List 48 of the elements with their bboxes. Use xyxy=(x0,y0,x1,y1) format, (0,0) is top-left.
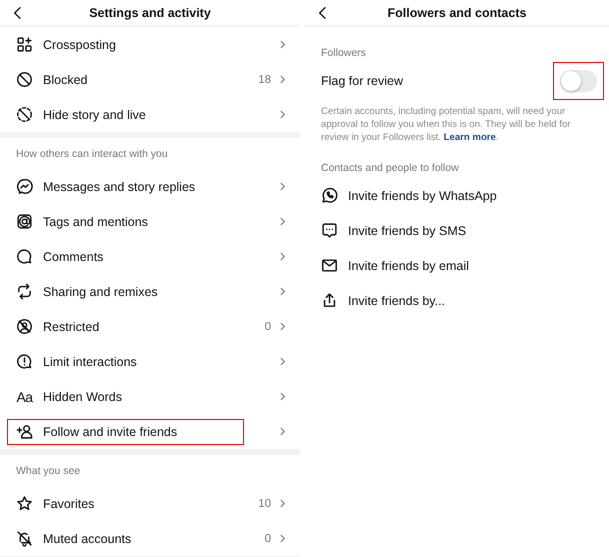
row-count: 10 xyxy=(258,498,271,510)
row-label: Muted accounts xyxy=(43,532,132,546)
screen-title: Followers and contacts xyxy=(388,5,526,22)
section-heading: What you see xyxy=(15,464,82,478)
grid-plus-icon xyxy=(16,36,33,53)
whatsapp-icon xyxy=(321,187,338,204)
add-person-icon xyxy=(16,423,33,440)
mail-icon xyxy=(321,257,338,274)
row-label: Restricted xyxy=(43,320,100,334)
row-label: Limit interactions xyxy=(43,354,137,368)
row-label: Comments xyxy=(43,250,104,264)
row-label: Hidden Words xyxy=(43,390,122,404)
row-label[interactable]: Invite friends by email xyxy=(348,258,469,272)
muted-bell-icon xyxy=(16,530,33,547)
section-heading: Followers xyxy=(320,47,367,59)
row-label: Hide story and live xyxy=(43,108,146,122)
section-heading: How others can interact with you xyxy=(15,146,169,162)
description-text: Certain accounts, including potential spam, will need your approval to follow you when this is on. They will be held for review in your Followers list. Learn more. xyxy=(321,105,572,144)
star-icon xyxy=(16,495,33,512)
row-label: Tags and mentions xyxy=(43,214,148,228)
alert-bubble-icon xyxy=(16,353,33,370)
block-icon xyxy=(16,71,33,88)
comment-icon xyxy=(16,248,33,265)
row-label: Crossposting xyxy=(43,38,116,52)
row-label: Blocked xyxy=(43,72,88,86)
row-label: Favorites xyxy=(43,496,94,510)
row-count: 0 xyxy=(264,532,271,544)
row-label[interactable]: Invite friends by SMS xyxy=(348,224,466,238)
share-icon xyxy=(321,292,338,309)
chat-dots-icon xyxy=(321,222,338,239)
row-count: 18 xyxy=(258,74,271,86)
toggle-switch[interactable] xyxy=(560,70,597,92)
row-label: Messages and story replies xyxy=(43,180,196,194)
row-label: Follow and invite friends xyxy=(43,424,178,438)
learn-more-link[interactable]: Learn more xyxy=(444,132,496,143)
dashed-circle-slash-icon xyxy=(16,106,33,123)
screen-title: Settings and activity xyxy=(89,5,211,22)
section-heading: Contacts and people to follow xyxy=(320,162,460,174)
row-label[interactable]: Invite friends by WhatsApp xyxy=(348,188,497,202)
row-count: 0 xyxy=(264,320,271,332)
messenger-icon xyxy=(16,178,33,195)
restricted-icon xyxy=(16,318,33,335)
row-label: Sharing and remixes xyxy=(43,284,158,298)
repost-icon xyxy=(16,283,33,300)
row-label[interactable]: Invite friends by... xyxy=(348,294,446,308)
text-size-icon: Aa xyxy=(16,388,33,404)
setting-label: Flag for review xyxy=(321,74,403,88)
at-sign-icon xyxy=(16,213,33,230)
